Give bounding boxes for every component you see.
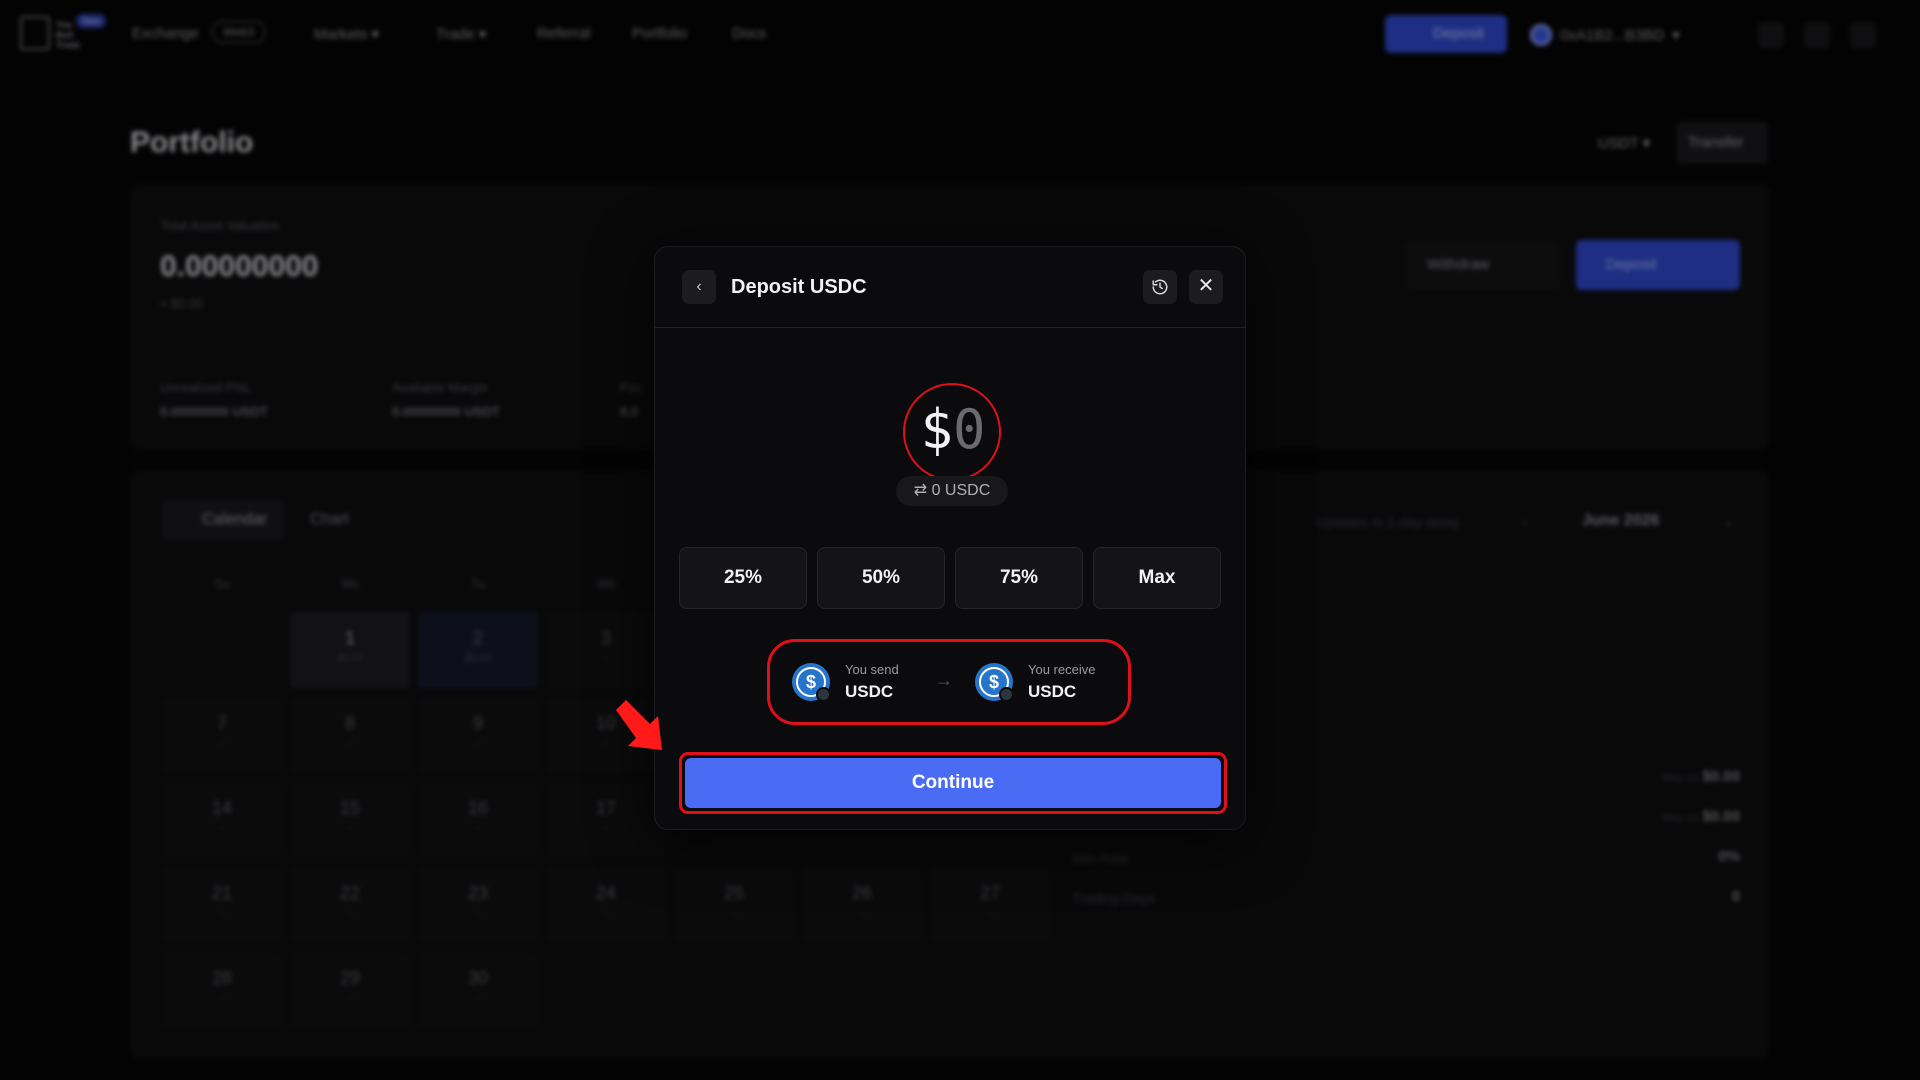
send-label: You send	[845, 662, 899, 677]
send-token: USDC	[845, 682, 894, 701]
send-receive-summary: $ You send USDC → $ You receive USDC	[767, 639, 1131, 725]
close-icon: ✕	[1197, 275, 1215, 297]
receive-token: USDC	[1028, 682, 1077, 701]
modal-title: Deposit USDC	[731, 276, 867, 298]
chevron-left-icon: ‹	[696, 278, 702, 295]
header-divider	[655, 327, 1245, 328]
swap-direction-icon: ⇄	[913, 482, 928, 499]
converted-amount[interactable]: ⇄ 0 USDC	[896, 476, 1008, 506]
receive-label: You receive	[1028, 662, 1096, 677]
history-icon	[1152, 279, 1168, 295]
back-button[interactable]: ‹	[682, 270, 716, 304]
amount-currency: $	[920, 398, 953, 461]
history-button[interactable]	[1143, 270, 1177, 304]
close-button[interactable]: ✕	[1189, 270, 1223, 304]
continue-button[interactable]: Continue	[685, 758, 1221, 808]
percent-50-button[interactable]: 50%	[817, 547, 945, 609]
arrow-right-icon: →	[935, 670, 953, 690]
chain-badge-icon	[816, 687, 831, 702]
amount-input[interactable]: $0	[911, 395, 995, 465]
percent-25-button[interactable]: 25%	[679, 547, 807, 609]
chain-badge-icon	[999, 687, 1014, 702]
amount-value: 0	[953, 398, 986, 461]
deposit-modal: ‹ Deposit USDC ✕ $0 ⇄ 0 USDC 25% 50% 75%…	[654, 246, 1246, 830]
annotation-arrow-icon	[616, 700, 662, 750]
max-button[interactable]: Max	[1093, 547, 1221, 609]
percent-75-button[interactable]: 75%	[955, 547, 1083, 609]
